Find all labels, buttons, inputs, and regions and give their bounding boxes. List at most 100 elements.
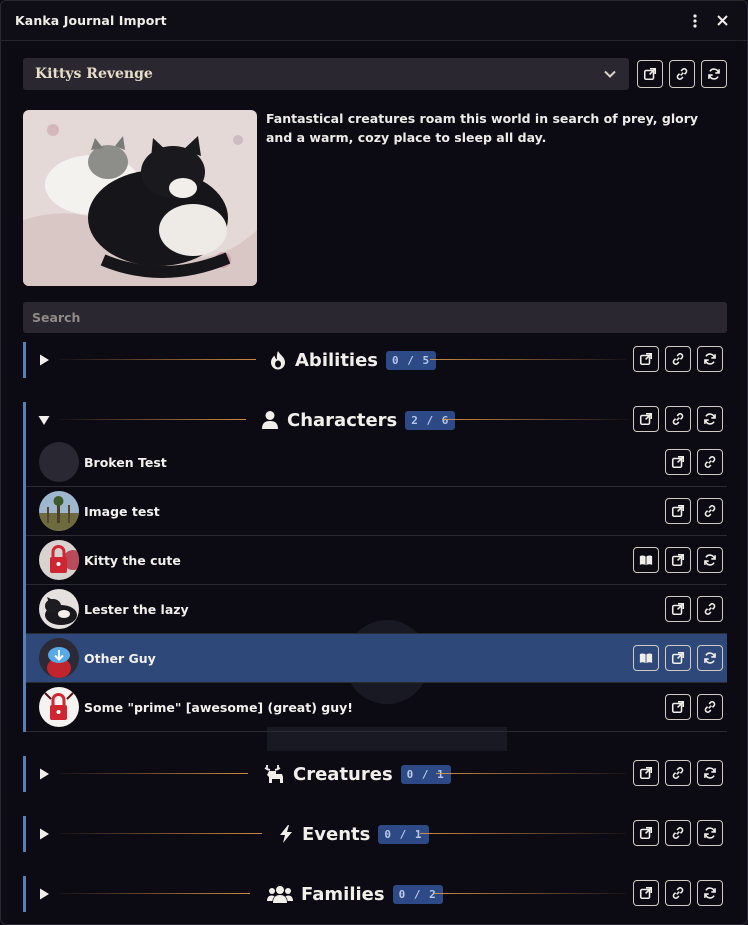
expand-arrow-icon[interactable] [38, 828, 50, 840]
collapse-arrow-icon[interactable] [38, 414, 50, 426]
entity-name: Kitty the cute [84, 552, 181, 568]
link-icon [703, 602, 717, 616]
deer-icon [264, 765, 283, 783]
external-link-icon [639, 886, 653, 900]
link-button[interactable] [665, 406, 691, 432]
section-title: Events 0 / 1 [278, 816, 429, 852]
link-icon [671, 826, 685, 840]
open-external-button[interactable] [665, 694, 691, 720]
open-external-button[interactable] [665, 547, 691, 573]
sync-button[interactable] [697, 760, 723, 786]
sync-button[interactable] [697, 880, 723, 906]
section-title: Creatures 0 / 1 [263, 756, 451, 792]
header-divider [60, 359, 256, 360]
count-badge: 0 / 5 [386, 350, 437, 370]
entity-name: Broken Test [84, 454, 167, 470]
sync-button[interactable] [697, 406, 723, 432]
link-button[interactable] [697, 449, 723, 475]
external-link-icon [671, 553, 685, 567]
section-title: Families 0 / 2 [267, 876, 443, 912]
search-input[interactable]: Search [23, 302, 727, 333]
header-divider [60, 419, 246, 420]
external-link-icon [671, 651, 685, 665]
link-button[interactable] [697, 694, 723, 720]
link-icon [671, 352, 685, 366]
section-header-characters[interactable]: Characters 2 / 6 [26, 402, 727, 438]
open-external-button[interactable] [665, 596, 691, 622]
entity-actions [665, 498, 723, 524]
sync-icon [703, 651, 717, 665]
entity-name: Other Guy [84, 650, 156, 666]
link-button[interactable] [697, 596, 723, 622]
external-link-icon [639, 412, 653, 426]
open-external-button[interactable] [633, 346, 659, 372]
kebab-menu-icon[interactable] [684, 10, 706, 32]
open-external-button[interactable] [633, 880, 659, 906]
avatar [39, 540, 79, 580]
sync-icon [703, 352, 717, 366]
open-external-button[interactable] [633, 760, 659, 786]
section-header-events[interactable]: Events 0 / 1 [26, 816, 727, 852]
sync-button[interactable] [697, 645, 723, 671]
open-external-button[interactable] [665, 498, 691, 524]
section-actions [633, 880, 723, 906]
expand-arrow-icon[interactable] [38, 888, 50, 900]
campaign-open-external-button[interactable] [637, 60, 663, 88]
list-item[interactable]: Some "prime" [awesome] (great) guy! [26, 683, 727, 732]
open-external-button[interactable] [665, 449, 691, 475]
link-icon [703, 455, 717, 469]
sync-button[interactable] [697, 547, 723, 573]
close-icon[interactable] [711, 10, 733, 32]
count-badge: 0 / 2 [392, 884, 443, 904]
sync-button[interactable] [697, 346, 723, 372]
section-header-families[interactable]: Families 0 / 2 [26, 876, 727, 912]
campaign-link-button[interactable] [669, 60, 695, 88]
section-title: Abilities 0 / 5 [269, 342, 437, 378]
link-icon [671, 886, 685, 900]
external-link-icon [671, 700, 685, 714]
open-external-button[interactable] [633, 820, 659, 846]
list-item[interactable]: Lester the lazy [26, 585, 727, 634]
header-divider [434, 893, 626, 894]
campaign-actions [637, 60, 727, 88]
section-label: Creatures [293, 763, 393, 785]
link-button[interactable] [665, 760, 691, 786]
section-actions [633, 820, 723, 846]
entity-name: Lester the lazy [84, 601, 189, 617]
list-item[interactable]: Broken Test [26, 438, 727, 487]
avatar [39, 491, 79, 531]
count-badge: 0 / 1 [400, 764, 451, 784]
entity-name: Some "prime" [awesome] (great) guy! [84, 699, 353, 715]
sync-icon [703, 766, 717, 780]
link-button[interactable] [697, 498, 723, 524]
expand-arrow-icon[interactable] [38, 354, 50, 366]
header-divider [436, 773, 626, 774]
window-titlebar[interactable]: Kanka Journal Import [1, 1, 747, 41]
section-actions [633, 406, 723, 432]
section-label: Characters [287, 409, 398, 431]
section-header-creatures[interactable]: Creatures 0 / 1 [26, 756, 727, 792]
open-external-button[interactable] [665, 645, 691, 671]
list-item[interactable]: Kitty the cute [26, 536, 727, 585]
open-journal-button[interactable] [633, 547, 659, 573]
link-button[interactable] [665, 880, 691, 906]
sync-icon [703, 412, 717, 426]
external-link-icon [671, 455, 685, 469]
open-journal-button[interactable] [633, 645, 659, 671]
open-external-button[interactable] [633, 406, 659, 432]
sync-button[interactable] [697, 820, 723, 846]
section-header-abilities[interactable]: Abilities 0 / 5 [26, 342, 727, 378]
journal-icon [639, 553, 653, 567]
link-button[interactable] [665, 820, 691, 846]
user-icon [262, 411, 278, 429]
link-icon [703, 504, 717, 518]
list-item-selected[interactable]: Other Guy [26, 634, 727, 683]
expand-arrow-icon[interactable] [38, 768, 50, 780]
campaign-select[interactable]: Kittys Revenge [23, 58, 629, 90]
external-link-icon [639, 352, 653, 366]
campaign-image [23, 110, 257, 286]
campaign-sync-button[interactable] [701, 60, 727, 88]
section-label: Events [302, 823, 371, 845]
list-item[interactable]: Image test [26, 487, 727, 536]
link-button[interactable] [665, 346, 691, 372]
